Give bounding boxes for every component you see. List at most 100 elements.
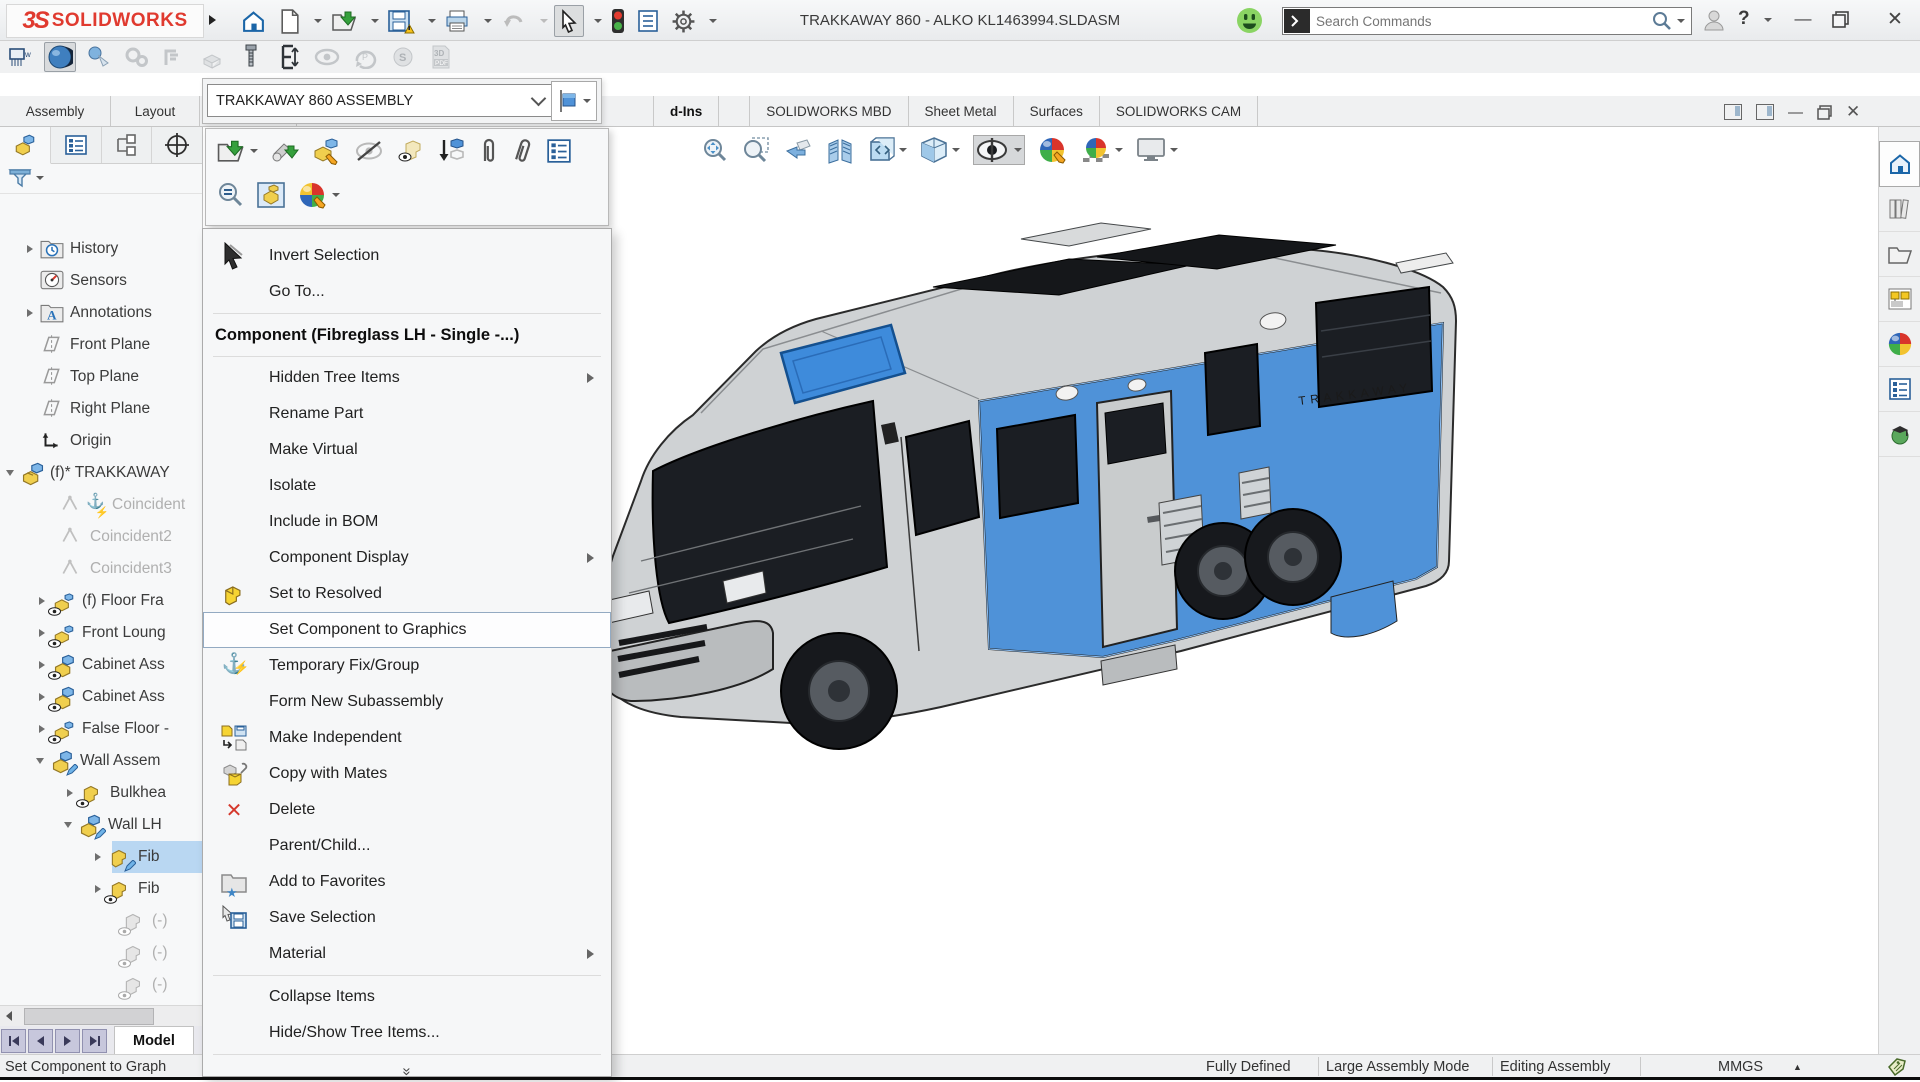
new-document-icon[interactable] <box>275 6 304 36</box>
menu-item-hide-show-tree-items[interactable]: Hide/Show Tree Items... <box>203 1015 611 1051</box>
user-icon[interactable] <box>1702 8 1726 32</box>
tree-item-cabinet-assy2[interactable]: Cabinet Ass <box>0 681 203 713</box>
menu-item-add-to-favorites[interactable]: ★ Add to Favorites <box>203 864 611 900</box>
menu-item-collapse-items[interactable]: Collapse Items <box>203 979 611 1015</box>
doc-close-icon[interactable]: ✕ <box>1846 102 1860 122</box>
front-wheel[interactable] <box>781 633 897 749</box>
menu-item-make-independent[interactable]: Make Independent <box>203 720 611 756</box>
tree-item-front-lounge[interactable]: Front Loung <box>0 617 203 649</box>
menu-item-component-display[interactable]: Component Display <box>203 540 611 576</box>
menu-item-go-to[interactable]: Go To... <box>203 274 611 310</box>
tree-item-bulkhead[interactable]: Bulkhea <box>0 777 203 809</box>
tree-item-mate-coincident2[interactable]: Coincident2 <box>0 521 203 553</box>
menu-item-set-component-to-graphics[interactable]: Set Component to Graphics <box>203 612 611 648</box>
component-preview-icon[interactable] <box>84 43 114 71</box>
tab-featuremanager-icon[interactable] <box>0 127 51 164</box>
roof-vent[interactable] <box>1021 223 1151 246</box>
tree-item-history[interactable]: History <box>0 233 203 265</box>
tree-horizontal-scrollbar[interactable] <box>0 1005 202 1026</box>
menu-item-make-virtual[interactable]: Make Virtual <box>203 432 611 468</box>
tree-item-right-plane[interactable]: Right Plane <box>0 393 203 425</box>
pin-pane-icon[interactable] <box>1756 104 1774 120</box>
tab-model[interactable]: Model <box>114 1026 194 1054</box>
open-dropdown-icon[interactable] <box>371 19 379 23</box>
tree-item-front-plane[interactable]: Front Plane <box>0 329 203 361</box>
menu-item-form-new-subassembly[interactable]: Form New Subassembly <box>203 684 611 720</box>
make-virtual-icon[interactable] <box>270 138 300 164</box>
tab-layout[interactable]: Layout <box>111 96 200 126</box>
tab-dimxpertmanager-icon[interactable] <box>152 127 202 163</box>
doc-restore-icon[interactable] <box>1817 105 1832 120</box>
tree-item-wall-lh[interactable]: Wall LH <box>0 809 203 841</box>
custom-properties-icon[interactable] <box>1879 367 1920 412</box>
display-states-button[interactable] <box>551 81 597 121</box>
tab-configurationmanager-icon[interactable] <box>102 127 153 163</box>
tree-item-false-floor[interactable]: False Floor - <box>0 713 203 745</box>
menu-item-delete[interactable]: ✕ Delete <box>203 792 611 828</box>
side-window[interactable] <box>1205 344 1260 435</box>
close-icon[interactable]: ✕ <box>1880 8 1910 31</box>
help-icon[interactable]: ? <box>1738 8 1750 30</box>
tab-assembly[interactable]: Assembly <box>0 96 111 126</box>
tree-item-mate-coincident1[interactable]: ⚓⚡ Coincident <box>0 489 203 521</box>
insert-components-icon[interactable] <box>438 137 466 165</box>
home-icon[interactable] <box>238 6 269 36</box>
minimize-icon[interactable]: — <box>1788 9 1818 29</box>
search-input[interactable] <box>1310 14 1651 29</box>
tab-solidworks-cam[interactable]: SOLIDWORKS CAM <box>1100 96 1258 126</box>
filter-dropdown-icon[interactable] <box>36 176 44 180</box>
bolt-icon[interactable] <box>236 43 266 71</box>
smiley-icon[interactable] <box>1236 7 1263 34</box>
tree-item-sensors[interactable]: Sensors <box>0 265 203 297</box>
prev-tab-button[interactable] <box>28 1029 53 1053</box>
restore-icon[interactable] <box>1832 11 1849 28</box>
save-icon[interactable] <box>385 6 418 36</box>
tag-icon[interactable] <box>1886 1055 1908 1078</box>
tree-item-mate-coincident3[interactable]: Coincident3 <box>0 553 203 585</box>
menu-item-set-to-resolved[interactable]: Set to Resolved <box>203 576 611 612</box>
hide-component-icon[interactable] <box>354 139 384 163</box>
cab-window[interactable] <box>906 421 979 535</box>
next-tab-button[interactable] <box>55 1029 80 1053</box>
suppress-icon[interactable] <box>478 137 500 165</box>
tree-item-lightweight1[interactable]: (-) <box>0 905 203 937</box>
roof-deflector[interactable] <box>1396 253 1453 273</box>
side-window[interactable] <box>997 415 1078 518</box>
exploded-view-icon[interactable]: w <box>6 43 36 71</box>
expand-toolbar-icon[interactable] <box>206 8 226 32</box>
tab-propertymanager-icon[interactable] <box>51 127 102 163</box>
appearance-wheel-icon[interactable] <box>298 181 340 209</box>
undock-pane-icon[interactable] <box>1724 104 1742 120</box>
tree-item-cabinet-assy1[interactable]: Cabinet Ass <box>0 649 203 681</box>
tab-add-ins[interactable]: d-Ins <box>653 96 719 126</box>
tree-item-lightweight2[interactable]: (-) <box>0 937 203 969</box>
appearances-icon[interactable] <box>1879 322 1920 367</box>
open-part-icon[interactable] <box>216 138 258 164</box>
tree-item-floor-frame[interactable]: (f) Floor Fra <box>0 585 203 617</box>
menu-item-hidden-tree-items[interactable]: Hidden Tree Items <box>203 360 611 396</box>
open-part-dropdown-icon[interactable] <box>250 149 258 153</box>
list-external-refs-icon[interactable] <box>546 138 572 164</box>
new-dropdown-icon[interactable] <box>314 19 322 23</box>
magnifier-icon[interactable] <box>1651 10 1673 32</box>
tree-filter[interactable] <box>0 163 203 194</box>
scrollbar-thumb[interactable] <box>24 1008 154 1025</box>
print-dropdown-icon[interactable] <box>484 19 492 23</box>
rear-wheel[interactable] <box>1245 509 1341 605</box>
isolate-box-icon[interactable] <box>256 181 286 209</box>
search-dropdown-icon[interactable] <box>1677 19 1685 23</box>
tab-solidworks-mbd[interactable]: SOLIDWORKS MBD <box>749 96 908 126</box>
tree-item-fibreglass2[interactable]: Fib <box>0 873 203 905</box>
menu-item-rename-part[interactable]: Rename Part <box>203 396 611 432</box>
tree-item-annotations[interactable]: A Annotations <box>0 297 203 329</box>
tab-sheet-metal[interactable]: Sheet Metal <box>909 96 1014 126</box>
menu-item-material[interactable]: Material <box>203 936 611 972</box>
tree-item-top-plane[interactable]: Top Plane <box>0 361 203 393</box>
menu-item-include-in-bom[interactable]: Include in BOM <box>203 504 611 540</box>
display-state-dropdown-icon[interactable] <box>583 99 591 103</box>
view-palette-icon[interactable] <box>1879 277 1920 322</box>
search-bar[interactable] <box>1282 7 1692 35</box>
tree-item-top-assembly[interactable]: (f)* TRAKKAWAY <box>0 457 203 489</box>
last-tab-button[interactable] <box>82 1029 107 1053</box>
tree-item-fibreglass-selected[interactable]: Fib <box>0 841 203 873</box>
